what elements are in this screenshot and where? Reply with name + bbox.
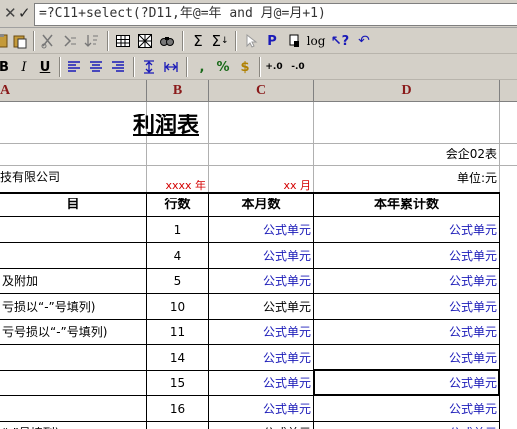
- cancel-icon[interactable]: ✕: [4, 4, 17, 22]
- bold-button[interactable]: B: [0, 57, 14, 77]
- year-label: xxxx 年: [165, 180, 206, 191]
- header-month: 本月数: [241, 198, 281, 211]
- column-header-a[interactable]: A: [0, 80, 147, 102]
- header-ytd: 本年累计数: [373, 198, 439, 211]
- underline-button[interactable]: U: [35, 57, 55, 77]
- column-header-row: A B C D: [0, 80, 517, 102]
- sort-icon[interactable]: [82, 31, 102, 51]
- form-code: 会企02表: [445, 148, 497, 160]
- insert-row-icon[interactable]: [60, 31, 80, 51]
- row-number-cell[interactable]: 15: [147, 377, 208, 389]
- toolbar-standard: Σ Σ ↓ P log ↖? ↶: [0, 28, 517, 54]
- pointer-icon[interactable]: [241, 31, 261, 51]
- row-month-cell[interactable]: 公式单元: [209, 377, 311, 389]
- row-month-cell[interactable]: 公式单元: [209, 301, 311, 313]
- sum-select-icon[interactable]: Σ ↓: [210, 31, 230, 51]
- horizontal-align-icon[interactable]: [161, 57, 181, 77]
- formula-input[interactable]: =?C11+select(?D11,年@=年 and 月@=月+1): [34, 3, 517, 26]
- column-header-b[interactable]: B: [147, 80, 209, 102]
- selected-cell-outline: [313, 369, 500, 396]
- row-ytd-cell[interactable]: 公式单元: [314, 301, 497, 313]
- row-month-cell[interactable]: 公式单元: [209, 224, 311, 236]
- help-cursor-icon[interactable]: ↖?: [330, 31, 350, 51]
- log-icon[interactable]: log: [306, 31, 326, 51]
- clipboard-icon[interactable]: [10, 31, 30, 51]
- comma-style-icon[interactable]: ,: [192, 57, 212, 77]
- align-left-icon[interactable]: [64, 57, 84, 77]
- pattern-icon[interactable]: [135, 31, 155, 51]
- row-item-cell[interactable]: 亏损以“-”号填列): [2, 301, 145, 313]
- italic-button[interactable]: I: [14, 57, 34, 77]
- column-header-d[interactable]: D: [314, 80, 500, 102]
- percent-style-icon[interactable]: %: [213, 57, 233, 77]
- row-month-cell[interactable]: 公式单元: [209, 250, 311, 262]
- row-ytd-cell[interactable]: 公式单元: [314, 352, 497, 364]
- vertical-align-icon[interactable]: [139, 57, 159, 77]
- row-number-cell[interactable]: 16: [147, 403, 208, 415]
- month-label: xx 月: [283, 180, 311, 191]
- align-center-icon[interactable]: [86, 57, 106, 77]
- row-ytd-cell[interactable]: 公式单元: [314, 275, 497, 287]
- row-number-cell[interactable]: 14: [147, 352, 208, 364]
- row-month-cell[interactable]: 公式单元: [209, 275, 311, 287]
- row-number-cell[interactable]: 1: [147, 224, 208, 236]
- flag-icon[interactable]: [284, 31, 304, 51]
- company-name: 技有限公司: [0, 171, 61, 183]
- undo-icon[interactable]: ↶: [354, 31, 374, 51]
- row-number-cell[interactable]: 10: [147, 301, 208, 313]
- row-item-cell[interactable]: 及附加: [2, 275, 145, 287]
- grid-icon[interactable]: [113, 31, 133, 51]
- cut-icon[interactable]: [38, 31, 58, 51]
- row-number-cell[interactable]: 11: [147, 326, 208, 338]
- row-month-cell[interactable]: 公式单元: [209, 403, 311, 415]
- find-icon[interactable]: [157, 31, 177, 51]
- column-header-c[interactable]: C: [209, 80, 314, 102]
- toolbar-format: B I U , % $ +.0 -.0: [0, 54, 517, 80]
- row-number-cell[interactable]: 5: [147, 275, 208, 287]
- increase-decimal-icon[interactable]: +.0: [264, 57, 284, 77]
- row-month-cell[interactable]: 公式单元: [209, 352, 311, 364]
- sum-icon[interactable]: Σ: [188, 31, 208, 51]
- row-ytd-cell[interactable]: 公式单元: [314, 326, 497, 338]
- report-title: 利润表: [133, 114, 200, 136]
- row-month-cell[interactable]: 公式单元: [209, 326, 311, 338]
- header-row-no: 行数: [164, 198, 191, 211]
- row-ytd-cell[interactable]: 公式单元: [314, 250, 497, 262]
- row-number-cell[interactable]: 4: [147, 250, 208, 262]
- unit-label: 单位:元: [456, 172, 497, 184]
- formula-bar: ✕ ✓ =?C11+select(?D11,年@=年 and 月@=月+1): [0, 0, 517, 28]
- header-item: 目: [66, 198, 80, 211]
- row-ytd-cell[interactable]: 公式单元: [314, 403, 497, 415]
- spreadsheet-grid[interactable]: 利润表 会企02表 技有限公司 xxxx 年 xx 月 单位:元 目 行数 本月…: [0, 102, 517, 429]
- bold-p-icon[interactable]: P: [262, 31, 282, 51]
- column-header-e[interactable]: [500, 80, 517, 102]
- decrease-decimal-icon[interactable]: -.0: [288, 57, 308, 77]
- row-ytd-cell[interactable]: 公式单元: [314, 224, 497, 236]
- confirm-icon[interactable]: ✓: [18, 4, 31, 22]
- row-item-cell[interactable]: 亏号损以“-”号填列): [2, 326, 145, 338]
- currency-style-icon[interactable]: $: [235, 57, 255, 77]
- align-right-icon[interactable]: [108, 57, 128, 77]
